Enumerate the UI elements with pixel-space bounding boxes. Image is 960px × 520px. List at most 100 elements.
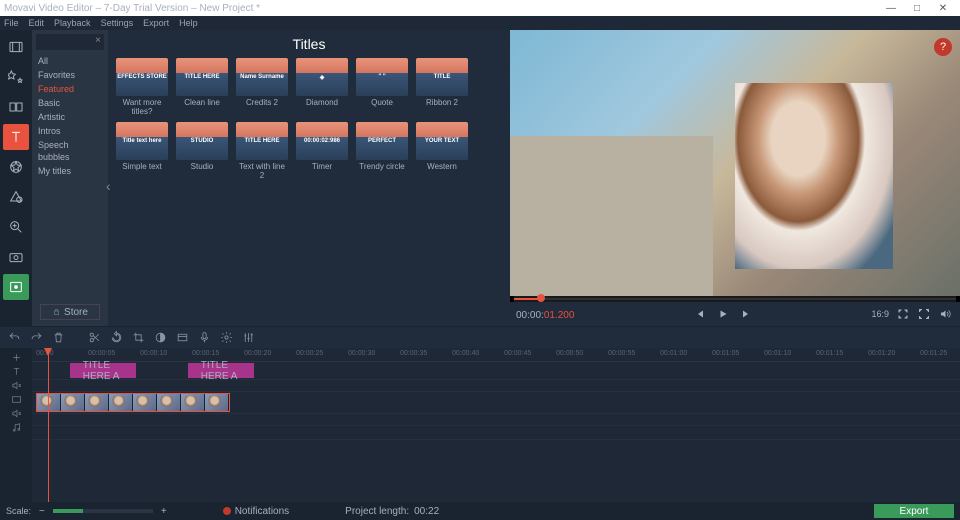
menu-playback[interactable]: Playback — [54, 18, 91, 28]
transitions-tool[interactable] — [3, 94, 29, 120]
category-basic[interactable]: Basic — [36, 96, 104, 110]
panel-title: Titles — [116, 36, 502, 52]
title-card[interactable]: ◈Diamond — [296, 58, 348, 116]
help-button[interactable]: ? — [934, 38, 952, 56]
expand-icon[interactable] — [894, 305, 912, 323]
preview-panel: ? 00:00:01.200 16:9 — [510, 30, 960, 326]
prev-button[interactable] — [690, 305, 708, 323]
ruler-tick: 00:00:05 — [88, 350, 115, 357]
fullscreen-icon[interactable] — [915, 305, 933, 323]
color-button[interactable] — [152, 330, 168, 346]
close-button[interactable]: ✕ — [930, 3, 956, 14]
title-card[interactable]: Title text hereSimple text — [116, 122, 168, 180]
cut-button[interactable] — [86, 330, 102, 346]
crop-button[interactable] — [130, 330, 146, 346]
timecode: 00:00:01.200 — [516, 307, 574, 321]
title-card[interactable]: TITLERibbon 2 — [416, 58, 468, 116]
add-track-button[interactable] — [0, 350, 32, 364]
export-button[interactable]: Export — [874, 504, 954, 518]
collapse-chevron-icon[interactable]: ‹ — [106, 178, 111, 194]
title-card[interactable]: EFFECTS STOREWant more titles? — [116, 58, 168, 116]
title-clip[interactable]: TITLE HERE A — [70, 363, 136, 378]
redo-button[interactable] — [28, 330, 44, 346]
music-track[interactable] — [32, 426, 960, 440]
scale-minus[interactable]: − — [39, 506, 45, 517]
mute-video-button[interactable] — [0, 406, 32, 420]
category-artistic[interactable]: Artistic — [36, 110, 104, 124]
menu-help[interactable]: Help — [179, 18, 198, 28]
project-length: Project length: 00:22 — [345, 506, 439, 517]
capture-tool[interactable] — [3, 244, 29, 270]
ruler-tick: 00:00:55 — [608, 350, 635, 357]
filters-tool[interactable] — [3, 64, 29, 90]
ruler-tick: 00:00:15 — [192, 350, 219, 357]
category-all[interactable]: All — [36, 54, 104, 68]
audio-track-header[interactable] — [0, 420, 32, 434]
minimize-button[interactable]: — — [878, 3, 904, 14]
category-favorites[interactable]: Favorites — [36, 68, 104, 82]
title-card[interactable]: PERFECTTrendy circle — [356, 122, 408, 180]
titles-tool[interactable] — [3, 124, 29, 150]
title-track-header[interactable] — [0, 364, 32, 378]
title-audio-track[interactable] — [32, 380, 960, 392]
category-my-titles[interactable]: My titles — [36, 164, 104, 178]
ruler-tick: 00:01:20 — [868, 350, 895, 357]
preview-scrubber[interactable] — [514, 296, 956, 302]
title-card[interactable]: 00:00:02:986Timer — [296, 122, 348, 180]
video-track[interactable] — [32, 392, 960, 414]
next-button[interactable] — [738, 305, 756, 323]
title-card[interactable]: YOUR TEXTWestern — [416, 122, 468, 180]
category-speech-bubbles[interactable]: Speech bubbles — [36, 138, 104, 164]
mute-title-button[interactable] — [0, 378, 32, 392]
media-tool[interactable] — [3, 34, 29, 60]
play-button[interactable] — [714, 305, 732, 323]
stickers-tool[interactable] — [3, 154, 29, 180]
title-card[interactable]: STUDIOStudio — [176, 122, 228, 180]
maximize-button[interactable]: □ — [904, 3, 930, 14]
menu-edit[interactable]: Edit — [29, 18, 45, 28]
ruler-tick: 00:00:20 — [244, 350, 271, 357]
playback-controls: 00:00:01.200 16:9 — [510, 302, 960, 326]
category-featured[interactable]: Featured — [36, 82, 104, 96]
delete-button[interactable] — [50, 330, 66, 346]
menu-file[interactable]: File — [4, 18, 19, 28]
video-audio-track[interactable] — [32, 414, 960, 426]
playhead[interactable] — [48, 348, 49, 502]
title-track[interactable]: TITLE HERE A TITLE HERE A — [32, 362, 960, 380]
title-card[interactable]: TITLE HEREClean line — [176, 58, 228, 116]
rotate-button[interactable] — [108, 330, 124, 346]
ruler-tick: 00:01:00 — [660, 350, 687, 357]
zoom-tool[interactable] — [3, 214, 29, 240]
title-card[interactable]: TITLE HEREText with line 2 — [236, 122, 288, 180]
ruler-tick: 00:00:25 — [296, 350, 323, 357]
store-button[interactable]: Store — [40, 304, 100, 320]
title-card[interactable]: " "Quote — [356, 58, 408, 116]
title-clip[interactable]: TITLE HERE A — [188, 363, 254, 378]
timeline-body[interactable]: 00:0000:00:0500:00:1000:00:1500:00:2000:… — [32, 348, 960, 502]
category-intros[interactable]: Intros — [36, 124, 104, 138]
scale-plus[interactable]: + — [161, 506, 167, 517]
window-titlebar: Movavi Video Editor – 7-Day Trial Versio… — [0, 0, 960, 16]
notifications-button[interactable]: Notifications — [223, 506, 289, 517]
record-tool[interactable] — [3, 274, 29, 300]
video-clip[interactable] — [36, 393, 230, 412]
ruler-tick: 00:00 — [36, 350, 54, 357]
shapes-tool[interactable] — [3, 184, 29, 210]
ruler-tick: 00:00:40 — [452, 350, 479, 357]
video-track-header[interactable] — [0, 392, 32, 406]
volume-icon[interactable] — [936, 305, 954, 323]
time-ruler[interactable]: 00:0000:00:0500:00:1000:00:1500:00:2000:… — [32, 348, 960, 362]
track-headers — [0, 348, 32, 502]
title-card[interactable]: Name SurnameCredits 2 — [236, 58, 288, 116]
equalizer-button[interactable] — [240, 330, 256, 346]
menu-export[interactable]: Export — [143, 18, 169, 28]
scale-slider[interactable] — [53, 509, 153, 513]
aspect-ratio[interactable]: 16:9 — [871, 309, 889, 319]
mic-button[interactable] — [196, 330, 212, 346]
settings-button[interactable] — [218, 330, 234, 346]
clip-props-button[interactable] — [174, 330, 190, 346]
undo-button[interactable] — [6, 330, 22, 346]
search-input[interactable] — [36, 34, 104, 50]
ruler-tick: 00:00:45 — [504, 350, 531, 357]
menu-settings[interactable]: Settings — [101, 18, 134, 28]
